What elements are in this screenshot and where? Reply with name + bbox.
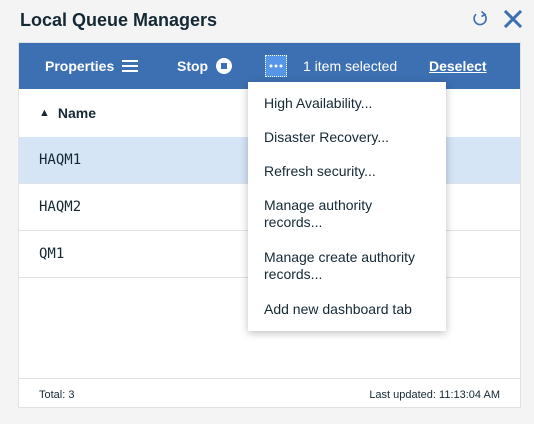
row-name: HAQM2 — [39, 199, 82, 215]
refresh-icon[interactable] — [470, 8, 490, 30]
properties-label: Properties — [45, 58, 115, 74]
stop-icon — [216, 58, 233, 74]
total-count: Total: 3 — [39, 389, 75, 401]
close-icon[interactable] — [502, 8, 524, 30]
properties-button[interactable]: Properties — [45, 43, 139, 89]
menu-item-add-dashboard-tab[interactable]: Add new dashboard tab — [264, 301, 434, 318]
widget-title: Local Queue Managers — [20, 10, 218, 30]
row-name: HAQM1 — [39, 152, 82, 168]
row-name: QM1 — [39, 246, 65, 262]
last-updated: Last updated: 11:13:04 AM — [369, 389, 500, 401]
menu-item-high-availability[interactable]: High Availability... — [264, 95, 434, 112]
sort-ascending-icon: ▲ — [39, 107, 50, 119]
column-header-label: Name — [57, 105, 97, 121]
ellipsis-icon — [269, 64, 283, 68]
menu-item-refresh-security[interactable]: Refresh security... — [264, 163, 434, 180]
more-actions-menu: High Availability... Disaster Recovery..… — [248, 82, 446, 331]
overflow-menu-icon — [265, 55, 287, 77]
menu-item-manage-authority-records[interactable]: Manage authority records... — [264, 197, 434, 231]
list-icon — [122, 60, 139, 72]
table-footer: Total: 3 Last updated: 11:13:04 AM — [19, 378, 520, 409]
stop-label: Stop — [177, 58, 209, 74]
widget: Local Queue Managers Properties Stop 1 i… — [0, 0, 534, 424]
menu-item-disaster-recovery[interactable]: Disaster Recovery... — [264, 129, 434, 146]
stop-button[interactable]: Stop — [177, 43, 233, 89]
menu-item-manage-create-authority-records[interactable]: Manage create authority records... — [264, 249, 434, 283]
